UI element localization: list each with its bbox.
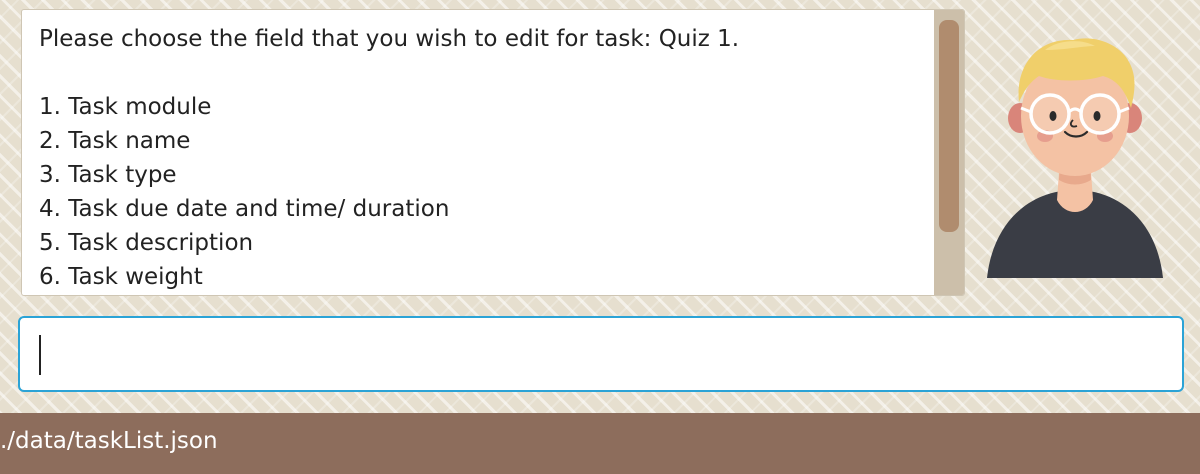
command-box[interactable] [18,316,1184,392]
cartoon-person-icon [987,38,1163,278]
save-location-path: ./data/taskList.json [0,428,218,454]
result-display[interactable]: Please choose the field that you wish to… [21,9,965,296]
text-cursor [39,335,41,375]
result-scrollbar-thumb[interactable] [939,20,959,232]
app-window: Please choose the field that you wish to… [0,0,1200,474]
result-text: Please choose the field that you wish to… [39,26,740,290]
result-scrollbar[interactable] [934,10,964,295]
avatar-illustration [985,32,1165,280]
command-input[interactable] [30,324,1160,384]
status-bar: ./data/taskList.json [0,413,1200,474]
